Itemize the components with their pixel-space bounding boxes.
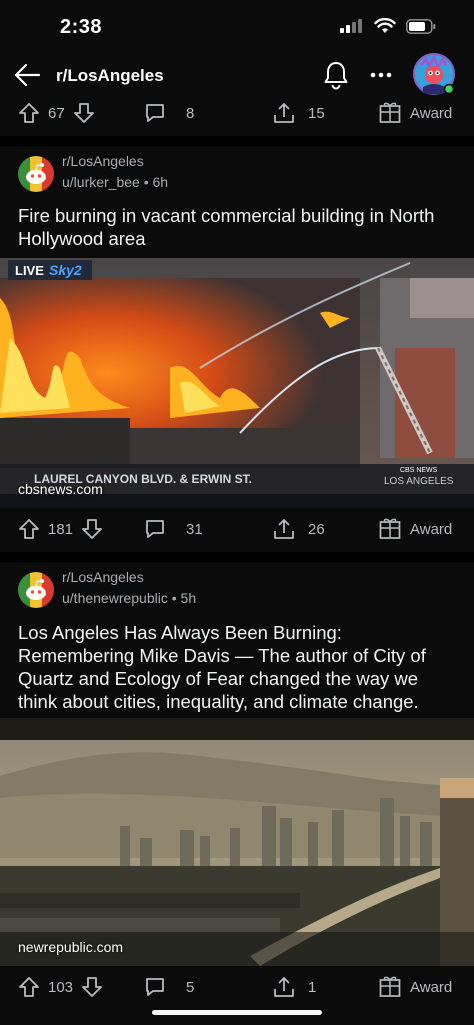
award-label: Award	[410, 104, 453, 122]
channel-label: Sky2	[49, 262, 82, 278]
notifications-button[interactable]	[322, 60, 350, 90]
share-count: 15	[308, 104, 325, 122]
upvote-icon[interactable]	[18, 102, 40, 124]
wifi-icon	[374, 18, 396, 33]
post-image-fire[interactable]: LIVE Sky2 LAUREL CANYON BLVD. & ERWIN ST…	[0, 258, 474, 508]
vote-group: 67	[18, 91, 95, 135]
subreddit-avatar[interactable]	[18, 572, 54, 608]
comment-count: 31	[186, 520, 203, 538]
award-icon	[379, 976, 401, 997]
upvote-icon[interactable]	[18, 518, 40, 540]
share-button[interactable]: 1	[272, 965, 316, 1009]
post-divider	[0, 552, 474, 562]
post-title[interactable]: Los Angeles Has Always Been Burning: Rem…	[18, 621, 458, 713]
award-icon	[379, 102, 401, 123]
downvote-icon[interactable]	[81, 518, 103, 540]
more-options-button[interactable]	[368, 62, 394, 88]
share-count: 1	[308, 978, 317, 996]
share-count: 26	[308, 520, 325, 538]
post-author-time[interactable]: u/thenewrepublic • 5h	[62, 590, 196, 606]
back-button[interactable]	[12, 60, 42, 90]
bell-icon	[324, 62, 348, 90]
share-button[interactable]: 26	[272, 507, 325, 551]
subreddit-avatar[interactable]	[18, 156, 54, 192]
status-bar: 2:38	[0, 0, 474, 50]
subreddit-name[interactable]: r/LosAngeles	[62, 153, 144, 169]
subreddit-name[interactable]: r/LosAngeles	[62, 569, 144, 585]
upvote-icon[interactable]	[18, 976, 40, 998]
upvote-count: 103	[48, 978, 74, 996]
share-icon	[274, 977, 294, 997]
post-title[interactable]: Fire burning in vacant commercial buildi…	[18, 204, 458, 250]
link-domain[interactable]: cbsnews.com	[18, 481, 103, 497]
post-header: r/LosAngeles u/thenewrepublic • 5h	[0, 562, 474, 622]
post-header: r/LosAngeles u/lurker_bee • 6h	[0, 146, 474, 206]
comments-button[interactable]: 31	[144, 507, 203, 551]
award-button[interactable]: Award	[378, 965, 452, 1009]
skyline-scene-graphic	[0, 718, 474, 966]
back-arrow-icon	[14, 63, 41, 87]
award-icon	[379, 518, 401, 539]
award-label: Award	[410, 520, 453, 538]
comment-count: 8	[186, 104, 195, 122]
subreddit-icon	[18, 572, 54, 608]
comments-button[interactable]: 8	[144, 91, 194, 135]
user-avatar	[413, 53, 455, 95]
link-domain[interactable]: newrepublic.com	[18, 939, 123, 955]
award-label: Award	[410, 978, 453, 996]
comment-icon	[146, 978, 164, 996]
post-divider	[0, 136, 474, 146]
station-bottom: LOS ANGELES	[384, 476, 454, 487]
subreddit-title[interactable]: r/LosAngeles	[56, 66, 164, 86]
award-button[interactable]: Award	[378, 507, 452, 551]
cellular-signal-icon	[340, 19, 362, 33]
share-icon	[274, 519, 294, 539]
user-avatar-button[interactable]	[413, 53, 455, 95]
fire-scene-graphic: LIVE Sky2 LAUREL CANYON BLVD. & ERWIN ST…	[0, 258, 474, 508]
comment-count: 5	[186, 978, 195, 996]
battery-icon	[406, 18, 436, 34]
live-label: LIVE	[15, 263, 44, 278]
downvote-icon[interactable]	[81, 976, 103, 998]
share-button[interactable]: 15	[272, 91, 325, 135]
downvote-icon[interactable]	[73, 102, 95, 124]
comment-icon	[146, 520, 164, 538]
upvote-count: 67	[48, 104, 65, 122]
vote-group: 181	[18, 507, 103, 551]
subreddit-icon	[18, 156, 54, 192]
home-indicator[interactable]	[152, 1010, 322, 1015]
post-author-time[interactable]: u/lurker_bee • 6h	[62, 174, 168, 190]
status-time: 2:38	[60, 16, 103, 38]
prev-post-action-bar: 67 8 15 Award	[0, 91, 474, 135]
vote-group: 103	[18, 965, 103, 1009]
more-icon	[370, 72, 392, 78]
station-top: CBS NEWS	[400, 467, 438, 474]
comment-icon	[146, 104, 164, 122]
comments-button[interactable]: 5	[144, 965, 194, 1009]
share-icon	[274, 103, 294, 123]
upvote-count: 181	[48, 520, 74, 538]
status-icons	[340, 18, 436, 34]
post1-action-bar: 181 31 26 Award	[0, 507, 474, 551]
award-button[interactable]: Award	[378, 91, 452, 135]
post2-action-bar: 103 5 1 Award	[0, 965, 474, 1009]
post-image-skyline[interactable]: newrepublic.com	[0, 718, 474, 966]
